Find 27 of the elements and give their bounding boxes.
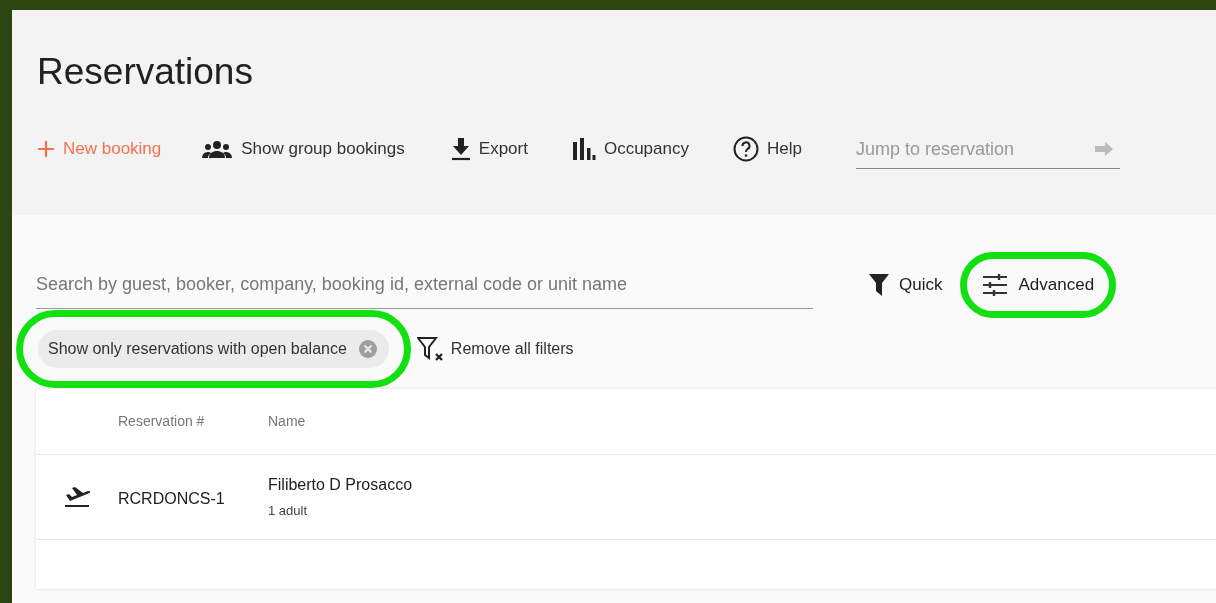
help-icon xyxy=(733,136,759,162)
search-field[interactable]: Search by guest, booker, company, booking id, external code or unit name xyxy=(36,261,813,309)
remove-filters-button[interactable]: Remove all filters xyxy=(416,336,574,362)
plane-departure-icon xyxy=(63,486,91,508)
table-cell-text: RCRDONCS-1 xyxy=(118,489,226,509)
toolbar-button[interactable]: Show group bookings xyxy=(201,136,405,162)
advanced-filter-button[interactable]: Advanced xyxy=(982,272,1095,298)
toolbar-button[interactable]: Export xyxy=(450,136,528,162)
people-icon xyxy=(201,139,234,159)
column-header: Name xyxy=(268,412,307,431)
plus-icon xyxy=(37,140,55,158)
guest-name: Filiberto D Prosacco xyxy=(268,475,413,496)
toolbar-button[interactable]: Occupancy xyxy=(571,136,689,162)
sliders-icon xyxy=(982,274,1009,296)
download-icon xyxy=(450,137,471,161)
clear-filter-icon xyxy=(416,336,445,362)
column-header: Reservation # xyxy=(118,412,206,431)
toolbar-button[interactable]: Help xyxy=(733,136,802,162)
filter-icon xyxy=(869,274,889,296)
jump-field[interactable]: Jump to reservation xyxy=(855,129,1120,169)
guest-count: 1 adult xyxy=(268,502,309,521)
quick-filter-button[interactable]: Quick xyxy=(869,272,943,298)
bar-chart-icon xyxy=(571,138,596,160)
filter-chip[interactable]: Show only reservations with open balance xyxy=(38,330,389,368)
close-icon[interactable] xyxy=(358,340,377,358)
page-title: Reservations xyxy=(37,50,254,94)
arrow-icon[interactable] xyxy=(1093,141,1114,157)
